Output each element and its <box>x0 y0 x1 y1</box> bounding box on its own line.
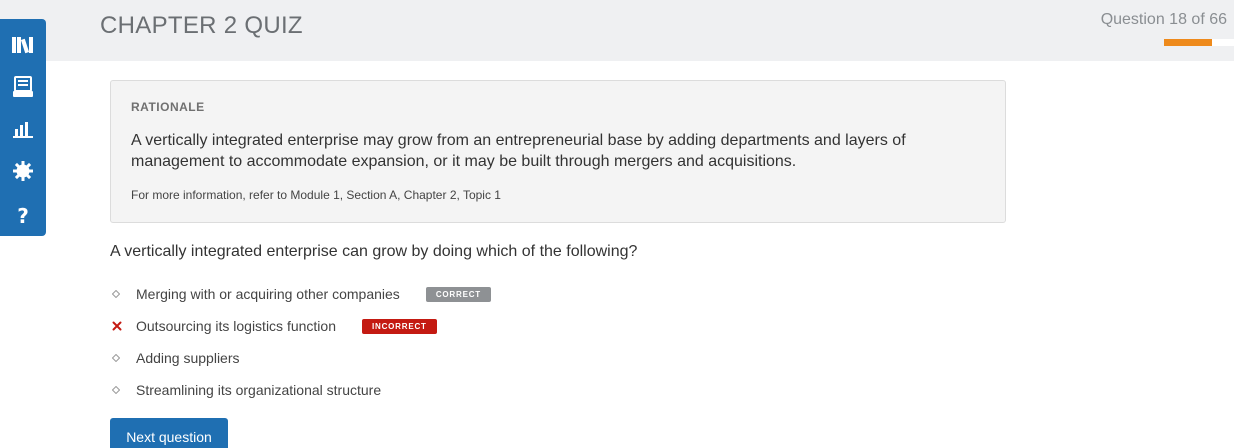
answer-label: Merging with or acquiring other companie… <box>136 286 400 302</box>
answer-label: Outsourcing its logistics function <box>136 318 336 334</box>
answer-option[interactable]: Streamlining its organizational structur… <box>110 374 491 406</box>
help-icon: ? <box>17 204 29 228</box>
gear-icon <box>13 161 33 181</box>
bar-chart-icon <box>13 120 33 138</box>
rationale-text: A vertically integrated enterprise may g… <box>131 132 906 170</box>
sidebar-item-library[interactable] <box>0 25 46 65</box>
answer-label: Adding suppliers <box>136 350 240 366</box>
rationale-panel: RATIONALE A vertically integrated enterp… <box>110 80 1006 223</box>
x-mark-icon <box>110 321 136 331</box>
sidebar-item-settings[interactable] <box>0 151 46 191</box>
answer-list: Merging with or acquiring other companie… <box>110 278 491 406</box>
progress-bar <box>1164 39 1234 46</box>
top-bar: CHAPTER 2 QUIZ Question 18 of 66 <box>0 0 1234 61</box>
answer-option[interactable]: Merging with or acquiring other companie… <box>110 278 491 310</box>
rationale-reference: For more information, refer to Module 1,… <box>131 188 501 202</box>
next-question-button[interactable]: Next question <box>110 418 228 448</box>
sidebar-item-notebook[interactable] <box>0 67 46 107</box>
question-counter: Question 18 of 66 <box>1100 11 1227 28</box>
correct-badge: CORRECT <box>425 286 491 302</box>
answer-option[interactable]: Adding suppliers <box>110 342 491 374</box>
diamond-bullet-icon <box>110 386 136 394</box>
diamond-bullet-icon <box>110 354 136 362</box>
sidebar-item-stats[interactable] <box>0 109 46 149</box>
library-icon <box>12 36 34 54</box>
diamond-bullet-icon <box>110 290 136 298</box>
answer-label: Streamlining its organizational structur… <box>136 382 382 398</box>
question-text: A vertically integrated enterprise can g… <box>110 243 638 260</box>
incorrect-badge: INCORRECT <box>361 318 437 334</box>
rationale-heading: RATIONALE <box>131 100 205 114</box>
sidebar-item-help[interactable]: ? <box>0 196 46 236</box>
quiz-title: CHAPTER 2 QUIZ <box>100 12 303 39</box>
answer-option[interactable]: Outsourcing its logistics function INCOR… <box>110 310 491 342</box>
progress-bar-fill <box>1164 39 1212 46</box>
sidebar: ? <box>0 19 46 236</box>
notebook-icon <box>13 76 33 98</box>
